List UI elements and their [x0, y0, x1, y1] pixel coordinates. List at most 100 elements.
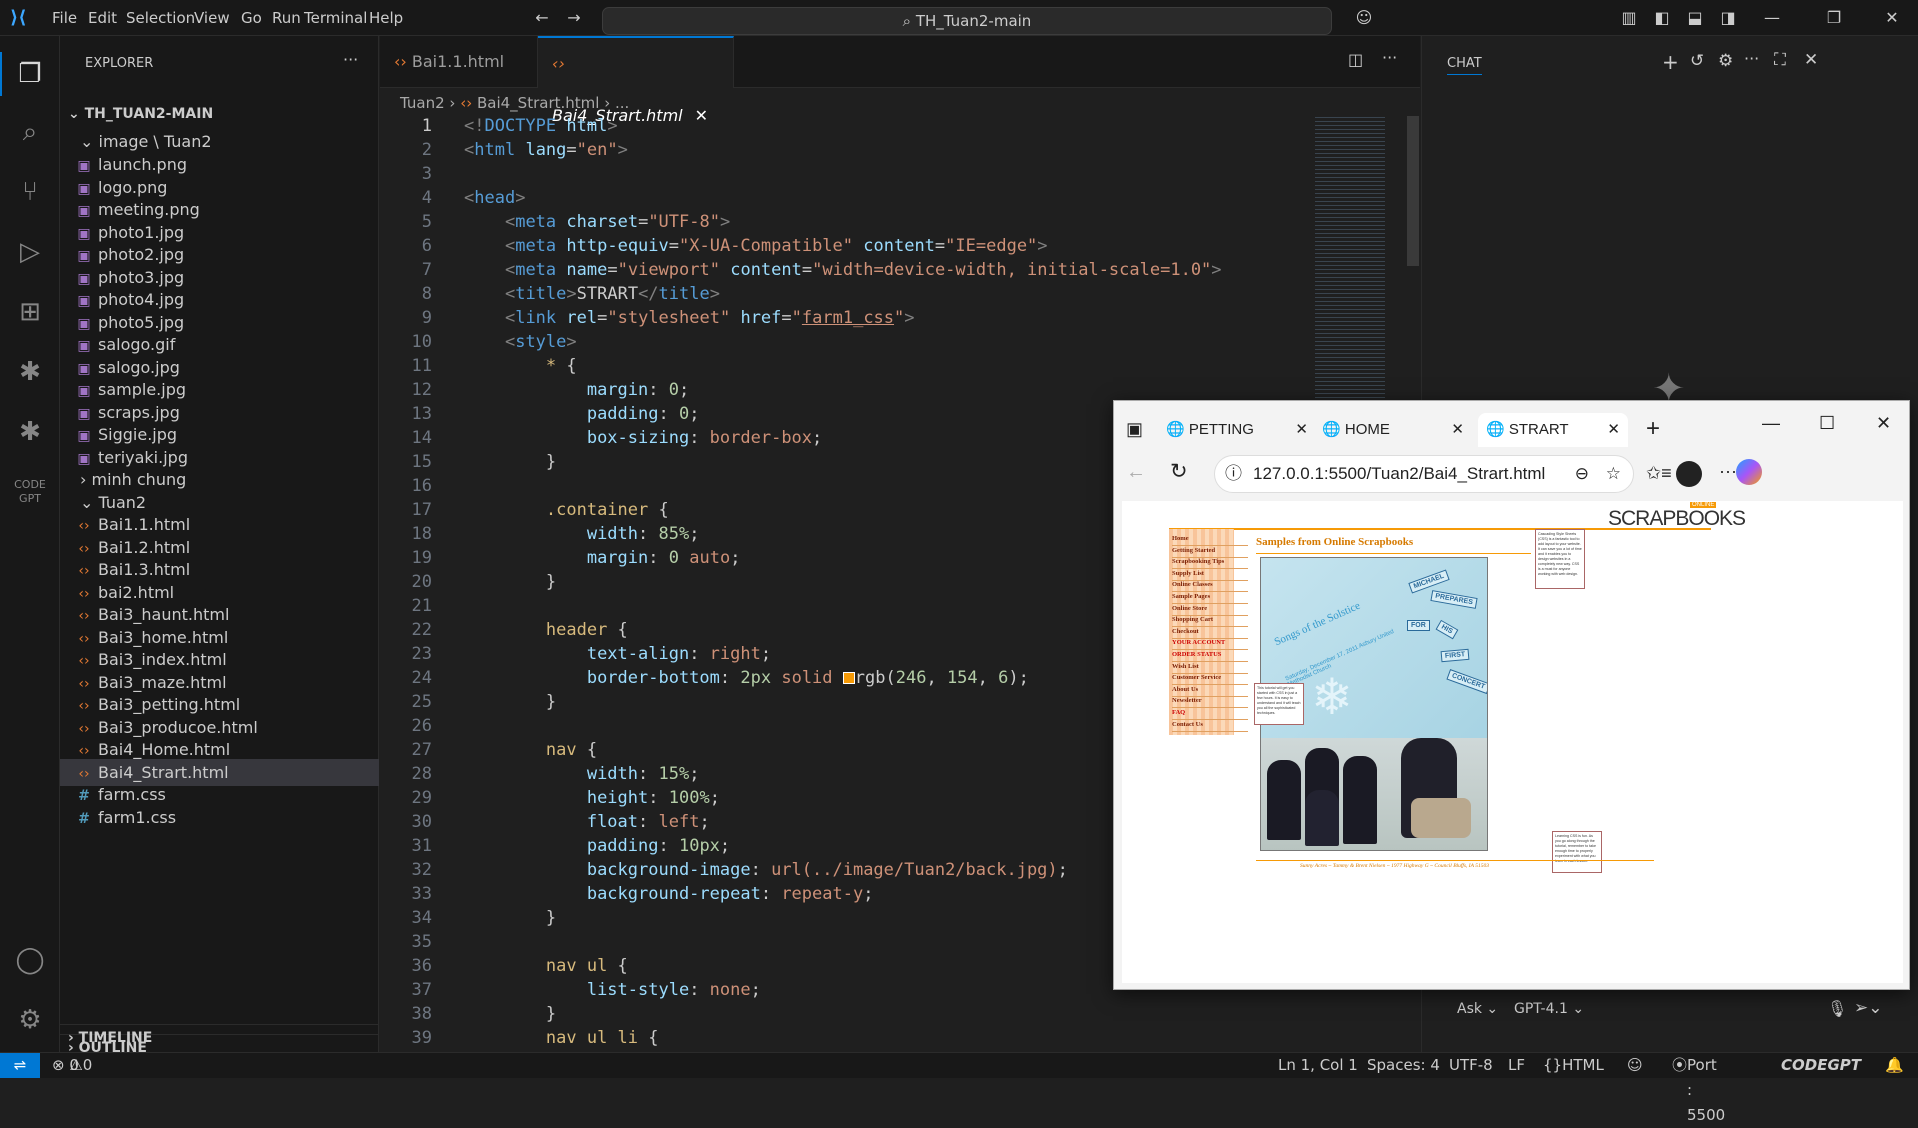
close-window-icon[interactable]: ✕	[1876, 413, 1891, 434]
browser-tab-petting[interactable]: 🌐 PETTING ✕	[1166, 413, 1316, 447]
menu-help[interactable]: Help	[362, 0, 410, 36]
tab-bai1-1[interactable]: ‹› Bai1.1.html	[380, 36, 538, 88]
minimap[interactable]	[1315, 114, 1385, 404]
search-icon[interactable]: ⌕	[8, 110, 52, 154]
back-arrow-icon[interactable]: ←	[530, 6, 554, 30]
live-server-port[interactable]: ⦿ Port : 5500	[1672, 1053, 1725, 1124]
command-center-search[interactable]: ⌕ TH_Tuan2-main	[602, 7, 1332, 35]
run-debug-icon[interactable]: ▷	[8, 230, 52, 274]
favorites-icon[interactable]: ✩≡	[1646, 463, 1672, 484]
line-number: 28	[411, 764, 432, 784]
line-ending[interactable]: LF	[1508, 1053, 1525, 1078]
browser-tab-home[interactable]: 🌐 HOME ✕	[1322, 413, 1472, 447]
notifications-bell-icon[interactable]: 🔔	[1885, 1053, 1904, 1078]
zoom-icon[interactable]: ⊖	[1575, 456, 1589, 492]
cursor-position[interactable]: Ln 1, Col 1	[1278, 1053, 1358, 1078]
title-bar: ⟩⟨ File Edit Selection View Go Run Terminal Hel…	[0, 0, 1918, 51]
address-bar[interactable]: ⓘ 127.0.0.1:5500/Tuan2/Bai4_Strart.html ⊖ ☆	[1214, 455, 1634, 493]
menu-go[interactable]: Go	[234, 0, 269, 36]
explorer-more-icon[interactable]: ···	[343, 50, 358, 69]
copilot-browser-icon[interactable]	[1736, 459, 1762, 485]
source-control-icon[interactable]: ⑂	[8, 170, 52, 214]
indentation[interactable]: Spaces: 4	[1367, 1053, 1440, 1078]
encoding[interactable]: UTF-8	[1449, 1053, 1493, 1078]
account-icon[interactable]: ◯	[8, 938, 52, 982]
line-number: 8	[421, 284, 432, 304]
chat-title[interactable]: CHAT	[1447, 56, 1482, 75]
toggle-panel-icon[interactable]: ▥	[1617, 6, 1641, 30]
menu-file[interactable]: File	[45, 0, 84, 36]
microphone-icon[interactable]: 🎙	[1827, 999, 1847, 1018]
python-env-icon[interactable]: ✱	[8, 410, 52, 454]
minimize-icon[interactable]: —	[1760, 6, 1784, 30]
menu-view[interactable]: View	[187, 0, 237, 36]
send-icon[interactable]: ➢⌄	[1854, 998, 1883, 1018]
nav-link[interactable]: Contact Us	[1172, 718, 1248, 732]
line-number: 7	[421, 260, 432, 280]
remote-icon[interactable]: ⇌	[0, 1053, 40, 1078]
line-number: 4	[421, 188, 432, 208]
line-number: 11	[411, 356, 432, 376]
tab-actions-icon[interactable]: ▣	[1126, 419, 1143, 440]
copilot-icon[interactable]: ☺▾	[1352, 6, 1376, 51]
problems-indicator[interactable]: ⊗ 0 ⚠ 0	[52, 1053, 92, 1078]
maximize-icon[interactable]: ⛶	[1774, 50, 1786, 70]
close-chat-icon[interactable]: ✕	[1804, 50, 1818, 70]
split-editor-icon[interactable]: ◫	[1348, 50, 1363, 69]
line-number: 15	[411, 452, 432, 472]
settings-gear-icon[interactable]: ⚙	[8, 998, 52, 1042]
line-number: 34	[411, 908, 432, 928]
close-tab-icon[interactable]: ✕	[1451, 413, 1464, 447]
extensions-icon[interactable]: ⊞	[8, 290, 52, 334]
mode-select[interactable]: Ask ⌄	[1457, 1001, 1498, 1017]
menu-edit[interactable]: Edit	[81, 0, 124, 36]
new-tab-icon[interactable]: +	[1646, 415, 1660, 443]
browser-menu-icon[interactable]: ···	[1719, 461, 1737, 482]
line-number: 36	[411, 956, 432, 976]
history-icon[interactable]: ↺	[1690, 51, 1704, 71]
note-box-right: Cascading Style Sheets (CSS) is a fantas…	[1535, 529, 1585, 589]
line-number: 6	[421, 236, 432, 256]
status-bar: ⇌ ⊗ 0 ⚠ 0 Ln 1, Col 1 Spaces: 4 UTF-8 LF…	[0, 1052, 1918, 1124]
html-file-icon: ‹›	[460, 94, 473, 112]
breadcrumb-symbol[interactable]: ...	[615, 94, 629, 112]
profile-avatar[interactable]	[1676, 461, 1702, 487]
photo-tag: CONCERT	[1446, 669, 1487, 694]
language-mode[interactable]: {} HTML	[1543, 1053, 1604, 1078]
restore-icon[interactable]: ❐	[1822, 6, 1846, 30]
editor-more-icon[interactable]: ···	[1382, 48, 1397, 67]
chevron-down-icon: ⌄	[68, 106, 85, 122]
tab-bai4-strart[interactable]: ‹› Bai4_Strart.html ✕	[538, 36, 734, 125]
toggle-bottom-panel-icon[interactable]: ⬓	[1683, 6, 1707, 30]
minimize-icon[interactable]: —	[1762, 413, 1780, 434]
chat-settings-icon[interactable]: ⚙	[1718, 51, 1733, 71]
close-window-icon[interactable]: ✕	[1880, 6, 1904, 30]
refresh-icon[interactable]: ↻	[1170, 459, 1188, 484]
line-number: 38	[411, 1004, 432, 1024]
close-tab-icon[interactable]: ✕	[1607, 413, 1620, 447]
forward-arrow-icon[interactable]: →	[562, 6, 586, 30]
python-icon[interactable]: ✱	[8, 350, 52, 394]
scrollbar[interactable]	[1407, 116, 1419, 266]
chat-more-icon[interactable]: ···	[1744, 49, 1759, 68]
favorite-star-icon[interactable]: ☆	[1606, 456, 1621, 492]
toggle-sidebar-icon[interactable]: ◧	[1650, 6, 1674, 30]
line-number: 29	[411, 788, 432, 808]
new-chat-icon[interactable]: +	[1662, 50, 1679, 74]
maximize-icon[interactable]: ☐	[1819, 413, 1835, 434]
toggle-secondary-sidebar-icon[interactable]: ◨	[1716, 6, 1740, 30]
timeline-section[interactable]: › TIMELINE	[60, 1024, 379, 1051]
model-select[interactable]: GPT-4.1 ⌄	[1514, 1001, 1584, 1017]
codegpt-brand[interactable]: CODEGPT	[1781, 1053, 1861, 1078]
explorer-icon[interactable]: ❐	[8, 52, 52, 96]
file-farm1-css[interactable]: # farm1.css	[60, 804, 379, 831]
codegpt-icon[interactable]: CODE GPT	[8, 470, 52, 514]
browser-tab-strart[interactable]: 🌐 STRART ✕	[1478, 413, 1628, 447]
back-icon[interactable]: ←	[1126, 461, 1146, 484]
breadcrumb-folder[interactable]: Tuan2	[400, 94, 445, 112]
line-number: 9	[421, 308, 432, 328]
close-tab-icon[interactable]: ✕	[1295, 413, 1308, 447]
root-folder[interactable]: ⌄ TH_TUAN2-MAIN	[60, 101, 379, 128]
copilot-status-icon[interactable]: ☺	[1627, 1053, 1643, 1078]
breadcrumb-file[interactable]: Bai4_Strart.html	[477, 94, 599, 112]
